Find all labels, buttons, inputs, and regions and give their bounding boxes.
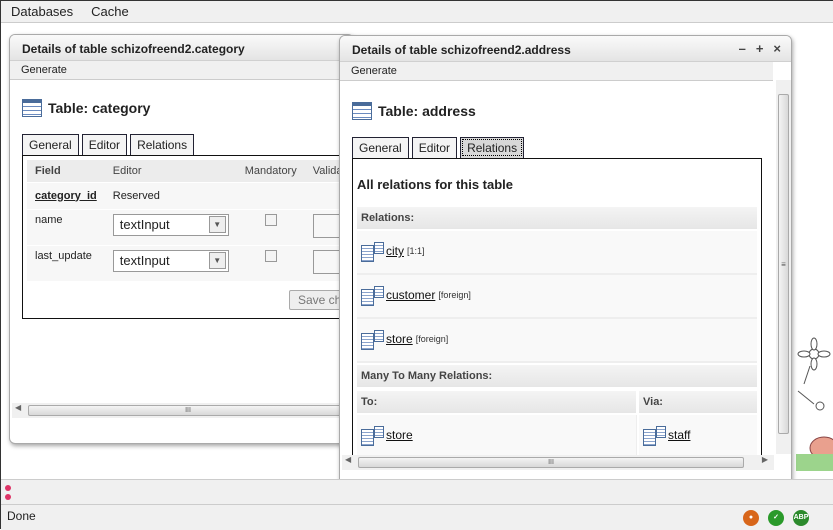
- table-icon: [22, 99, 42, 117]
- chevron-down-icon: ▼: [208, 216, 226, 233]
- editor-select[interactable]: textInput ▼: [112, 249, 229, 272]
- editor-panel: Field Editor Mandatory Validatio categor…: [22, 155, 353, 319]
- bottom-strip: [1, 479, 833, 504]
- m2m-via-item[interactable]: staff: [639, 415, 757, 455]
- maximize-icon[interactable]: +: [756, 41, 764, 56]
- status-text: Done: [7, 509, 36, 523]
- tab-general[interactable]: General: [352, 137, 409, 158]
- generate-menu[interactable]: Generate: [351, 65, 397, 77]
- m2m-to-item[interactable]: store: [357, 415, 636, 455]
- category-window: Details of table schizofreend2.category …: [9, 34, 354, 444]
- generate-menu[interactable]: Generate: [21, 64, 67, 76]
- firefox-icon[interactable]: ●: [743, 510, 759, 526]
- table-heading: Table: address: [378, 103, 476, 119]
- check-icon[interactable]: ✓: [768, 510, 784, 526]
- horizontal-scrollbar[interactable]: ◀ III: [12, 403, 352, 418]
- via-table-icon: [643, 426, 666, 446]
- section-title: All relations for this table: [357, 177, 514, 192]
- vertical-scrollbar[interactable]: ≡: [776, 80, 791, 454]
- window-title[interactable]: Details of table schizofreend2.category: [10, 35, 353, 61]
- tab-relations[interactable]: Relations: [460, 137, 525, 158]
- tab-editor[interactable]: Editor: [81, 134, 128, 156]
- relation-table-icon: [361, 330, 384, 350]
- mandatory-checkbox[interactable]: [264, 249, 277, 262]
- relation-item[interactable]: city [1:1]: [357, 231, 757, 271]
- mandatory-checkbox[interactable]: [264, 213, 277, 226]
- via-header: Via:: [639, 391, 757, 413]
- editor-value: Reserved: [104, 182, 237, 210]
- tab-relations[interactable]: Relations: [130, 134, 195, 155]
- col-field: Field: [27, 160, 105, 183]
- field-name: name: [27, 209, 105, 246]
- minimize-icon[interactable]: –: [739, 41, 746, 56]
- menubar: Databases Cache: [1, 1, 833, 23]
- decorative-illustration: [796, 337, 833, 471]
- address-window: Details of table schizofreend2.address –…: [339, 35, 792, 496]
- menu-databases[interactable]: Databases: [11, 4, 73, 19]
- table-heading: Table: category: [48, 100, 151, 116]
- relation-table-icon: [361, 426, 384, 446]
- relation-table-icon: [361, 242, 384, 262]
- window-title[interactable]: Details of table schizofreend2.address –…: [340, 36, 791, 62]
- chevron-down-icon: ▼: [208, 252, 226, 269]
- field-name: last_update: [27, 245, 105, 282]
- tab-general[interactable]: General: [22, 134, 79, 155]
- editor-select[interactable]: textInput ▼: [112, 213, 229, 236]
- adblock-icon[interactable]: ABP: [793, 510, 809, 526]
- relations-label: Relations:: [357, 207, 757, 229]
- m2m-label: Many To Many Relations:: [357, 365, 757, 387]
- menu-cache[interactable]: Cache: [91, 4, 129, 19]
- relations-panel: All relations for this table Relations: …: [352, 158, 762, 458]
- col-editor: Editor: [104, 160, 237, 183]
- horizontal-scrollbar[interactable]: ◀ III ▶: [342, 455, 774, 470]
- relation-item[interactable]: customer [foreign]: [357, 275, 757, 315]
- relation-table-icon: [361, 286, 384, 306]
- status-bar: Done ● ✓ ABP: [1, 504, 833, 530]
- close-icon[interactable]: ×: [773, 41, 781, 56]
- to-header: To:: [357, 391, 637, 413]
- relation-item[interactable]: store [foreign]: [357, 319, 757, 359]
- tab-editor[interactable]: Editor: [411, 137, 458, 158]
- field-link[interactable]: category_id: [35, 190, 97, 202]
- col-mandatory: Mandatory: [236, 160, 305, 183]
- table-icon: [352, 102, 372, 120]
